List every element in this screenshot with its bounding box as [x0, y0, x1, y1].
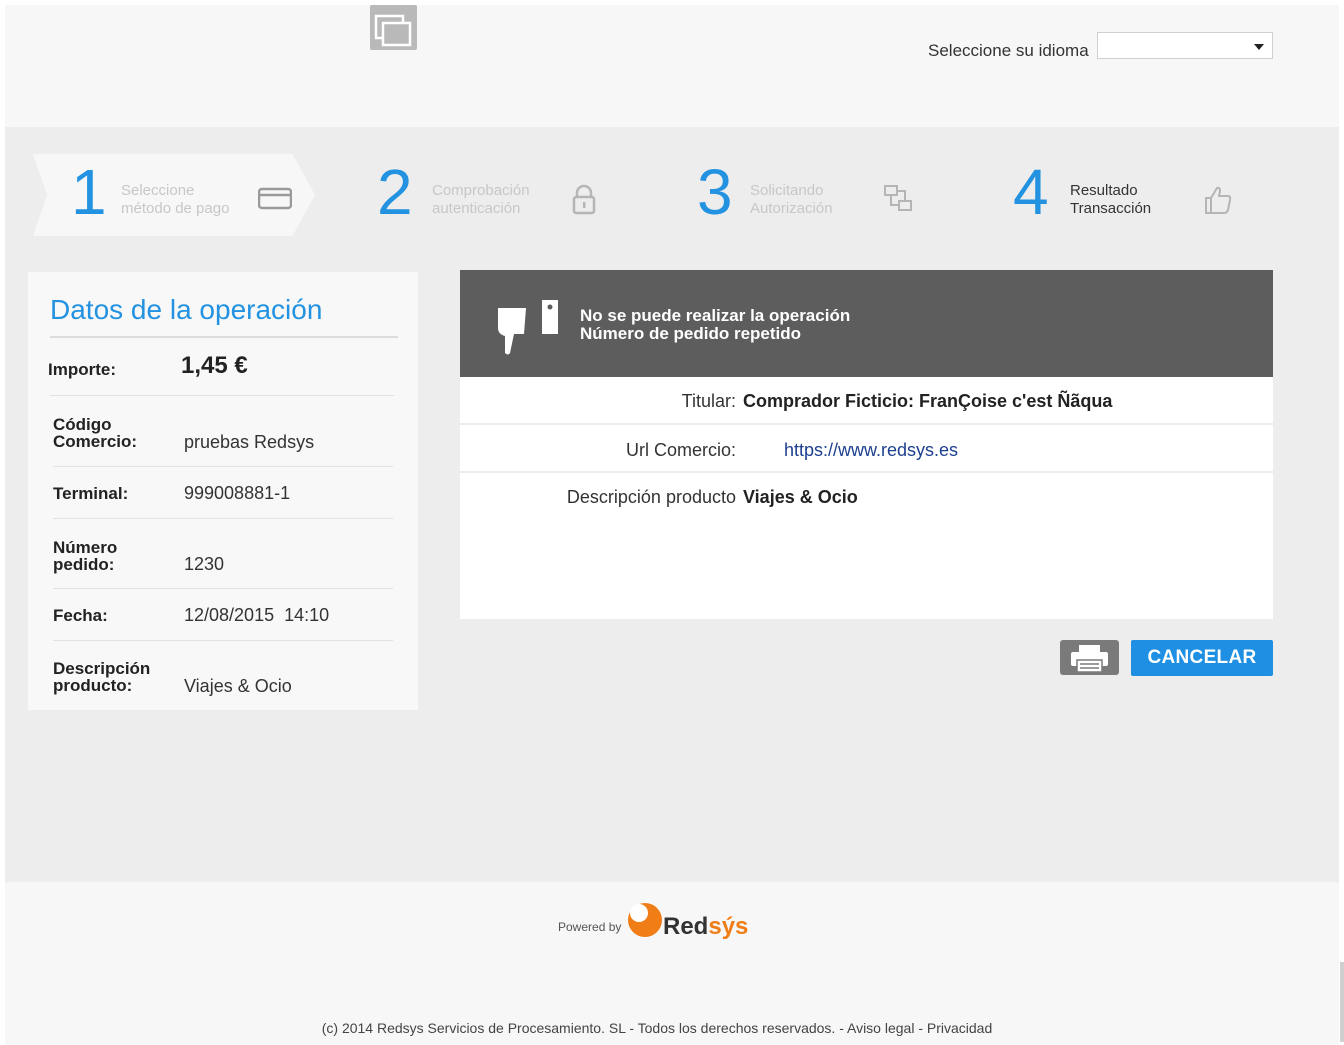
step-1: 1 Seleccione método de pago: [33, 154, 315, 236]
step-number: 4: [1013, 156, 1049, 228]
lock-icon: [567, 183, 601, 215]
card-icon: [257, 183, 293, 213]
row-value: 1,45 €: [181, 352, 248, 379]
row-label: Número pedido:: [53, 538, 118, 574]
transfer-icon: [882, 183, 916, 213]
print-button[interactable]: [1060, 640, 1119, 675]
step-2: 2 Comprobación autenticación: [377, 154, 637, 236]
result-row-url: Url Comercio: https://www.redsys.es: [460, 425, 1273, 473]
thumbs-down-icon: [496, 298, 560, 358]
row-value: 999008881-1: [184, 483, 291, 503]
row-label: Importe:: [48, 360, 116, 379]
row-label: Descripción producto: [566, 487, 736, 507]
step-label: Resultado Transacción: [1070, 182, 1152, 217]
printer-icon: [1071, 645, 1108, 673]
row-label: Terminal:: [53, 484, 129, 503]
row-value: 12/08/2015 14:10: [184, 605, 330, 625]
copyright-text: (c) 2014 Redsys Servicios de Procesamien…: [321, 1020, 993, 1036]
redsys-logo-icon: [625, 900, 665, 940]
operation-row-date: Fecha: 12/08/2015 14:10: [53, 589, 393, 641]
redsys-brand: Redsýs: [663, 913, 749, 940]
language-label: Seleccione su idioma: [928, 41, 1089, 60]
row-label: Titular:: [681, 391, 736, 411]
chevron-down-icon: [1254, 44, 1264, 50]
row-label: Fecha:: [53, 606, 108, 625]
result-row-description: Descripción producto Viajes & Ocio: [460, 473, 1273, 521]
result-panel: No se puede realizar la operación Número…: [460, 270, 1273, 619]
row-label: Código Comercio:: [53, 415, 138, 451]
merchant-logo-icon: [370, 5, 417, 50]
cancel-button[interactable]: CANCELAR: [1131, 640, 1273, 676]
operation-row-terminal: Terminal: 999008881-1: [53, 467, 393, 519]
error-reason: Número de pedido repetido: [580, 324, 802, 343]
error-title: No se puede realizar la operación: [580, 306, 851, 325]
row-value: Comprador Ficticio: FranÇoise c'est Ñãqu…: [743, 391, 1113, 411]
step-3: 3 Solicitando Autorización: [697, 154, 957, 236]
operation-title: Datos de la operación: [50, 294, 323, 325]
footer: Powered by Redsýs (c) 2014 Redsys Servic…: [5, 882, 1339, 1045]
thumbs-up-icon: [1201, 183, 1235, 214]
step-label: Seleccione método de pago: [121, 182, 230, 217]
row-label: Descripción producto:: [53, 659, 151, 695]
scrollbar[interactable]: [1340, 962, 1344, 1042]
row-value: pruebas Redsys: [184, 432, 315, 452]
step-number: 1: [71, 156, 107, 228]
merchant-url-link[interactable]: https://www.redsys.es: [784, 440, 958, 461]
header: Seleccione su idioma: [5, 5, 1339, 127]
error-banner: No se puede realizar la operación Número…: [460, 270, 1273, 377]
language-select[interactable]: [1097, 32, 1273, 59]
row-label: Url Comercio:: [625, 440, 736, 460]
row-value: Viajes & Ocio: [184, 676, 292, 696]
step-4: 4 Resultado Transacción: [1013, 154, 1273, 236]
operation-row-order: Número pedido: 1230: [53, 519, 393, 589]
step-number: 2: [377, 156, 413, 228]
operation-panel: Datos de la operación Importe: 1,45 € Có…: [28, 272, 418, 710]
step-label: Solicitando Autorización: [750, 182, 833, 217]
error-message: No se puede realizar la operación Número…: [580, 307, 850, 343]
step-label: Comprobación autenticación: [432, 182, 530, 217]
row-value: 1230: [184, 554, 225, 574]
main-content: 1 Seleccione método de pago 2 Comprobació…: [5, 127, 1339, 882]
operation-row-description: Descripción producto: Viajes & Ocio: [53, 641, 393, 710]
row-value: Viajes & Ocio: [743, 487, 858, 507]
step-number: 3: [697, 156, 733, 228]
powered-by-label: Powered by: [558, 920, 622, 934]
operation-row-merchant: Código Comercio: pruebas Redsys: [53, 396, 393, 467]
result-row-holder: Titular: Comprador Ficticio: FranÇoise c…: [460, 377, 1273, 425]
operation-row-amount: Importe: 1,45 €: [48, 338, 394, 396]
